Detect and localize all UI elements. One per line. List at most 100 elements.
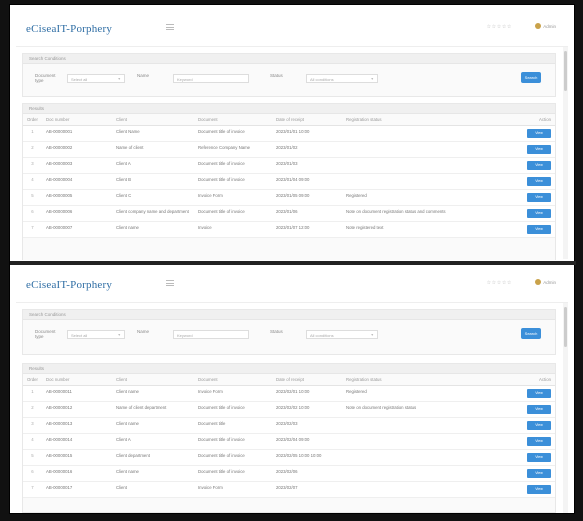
results-panel-title: Results (23, 104, 555, 114)
search-row: Document type Select all ▼ Name Keyword S… (23, 64, 555, 94)
view-button[interactable]: View (527, 421, 551, 430)
row-date: 2023/01/03 (271, 157, 342, 174)
row-document: Reference Company Name (193, 141, 272, 158)
column-header-document: Document (193, 374, 272, 386)
row-order: 7 (23, 481, 42, 498)
results-table: Order Doc number Client Document Date of… (23, 374, 555, 498)
row-status (341, 465, 521, 482)
user-menu[interactable]: Admin (535, 279, 556, 285)
view-button[interactable]: View (527, 193, 551, 202)
row-document: Document title (193, 417, 272, 434)
row-status (341, 433, 521, 450)
search-row: Document type Select all ▼ Name Keyword S… (23, 320, 555, 350)
view-button[interactable]: View (527, 161, 551, 170)
row-status (341, 173, 521, 190)
view-button[interactable]: View (527, 453, 551, 462)
row-status (341, 157, 521, 174)
row-order: 3 (23, 417, 42, 434)
menu-icon[interactable] (166, 280, 174, 286)
view-button[interactable]: View (527, 145, 551, 154)
view-button[interactable]: View (527, 225, 551, 234)
row-order: 4 (23, 173, 42, 190)
row-order: 5 (23, 189, 42, 206)
filter-label-status: Status (270, 73, 283, 78)
filter-status-select[interactable]: All conditions ▼ (306, 74, 378, 83)
row-date: 2023/02/03 (271, 417, 342, 434)
filter-type-select[interactable]: Select all ▼ (67, 74, 125, 83)
scrollbar[interactable] (563, 303, 568, 513)
search-button[interactable]: Search (521, 72, 541, 83)
row-doc-number: AB-00000012 (41, 401, 112, 418)
row-document: Invoice Form (193, 189, 272, 206)
row-document: Document title of invoice (193, 433, 272, 450)
filter-status-select[interactable]: All conditions ▼ (306, 330, 378, 339)
filter-name-placeholder: Keyword (177, 77, 193, 82)
search-panel-title: Search Conditions (23, 54, 555, 64)
results-panel: Results Order Doc number Client Document… (22, 363, 556, 513)
row-date: 2023/01/01 10:00 (271, 125, 342, 142)
view-button[interactable]: View (527, 485, 551, 494)
user-name: Admin (543, 279, 556, 285)
table-row[interactable]: 2 AB-00000002 Name of client Reference C… (23, 141, 555, 158)
view-button[interactable]: View (527, 177, 551, 186)
column-header-doc-number: Doc number (41, 374, 112, 386)
table-row[interactable]: 1 AB-00000001 Client Name Document title… (23, 125, 555, 142)
view-button[interactable]: View (527, 389, 551, 398)
avatar (535, 23, 542, 29)
table-row[interactable]: 7 AB-00000017 Client Invoice Form 2023/0… (23, 481, 555, 498)
filter-label-type: Document type (35, 329, 56, 339)
row-order: 1 (23, 385, 42, 402)
column-header-doc-number: Doc number (41, 114, 112, 126)
row-doc-number: AB-00000002 (41, 141, 112, 158)
column-header-action: Action (521, 114, 555, 126)
row-client: Client A (111, 433, 194, 450)
table-row[interactable]: 1 AB-00000011 Client name Invoice Form 2… (23, 385, 555, 402)
screenshot-frame: eCiseaIT-Porphery ☆☆☆☆☆ Admin Search Con… (9, 4, 576, 514)
row-client: Client name (111, 417, 194, 434)
table-row[interactable]: 4 AB-00000004 Client B Document title of… (23, 173, 555, 190)
view-button[interactable]: View (527, 469, 551, 478)
table-row[interactable]: 4 AB-00000014 Client A Document title of… (23, 433, 555, 450)
view-button[interactable]: View (527, 437, 551, 446)
user-menu[interactable]: Admin (535, 23, 556, 29)
app-logo[interactable]: eCiseaIT-Porphery (26, 23, 112, 35)
row-doc-number: AB-00000016 (41, 465, 112, 482)
row-doc-number: AB-00000004 (41, 173, 112, 190)
table-row[interactable]: 7 AB-00000007 Client name Invoice 2023/0… (23, 221, 555, 238)
row-doc-number: AB-00000017 (41, 481, 112, 498)
view-button[interactable]: View (527, 129, 551, 138)
app-logo[interactable]: eCiseaIT-Porphery (26, 279, 112, 291)
row-date: 2023/02/05 10:00 10:00 (271, 449, 342, 466)
search-panel: Search Conditions Document type Select a… (22, 53, 556, 97)
row-client: Client C (111, 189, 194, 206)
filter-status-value: All conditions (310, 333, 334, 338)
row-status (341, 481, 521, 498)
table-row[interactable]: 5 AB-00000015 Client department Document… (23, 449, 555, 466)
filter-name-input[interactable]: Keyword (173, 330, 249, 339)
table-row[interactable]: 6 AB-00000016 Client name Document title… (23, 465, 555, 482)
view-button[interactable]: View (527, 209, 551, 218)
filter-type-value: Select all (71, 77, 88, 82)
filter-name-placeholder: Keyword (177, 333, 193, 338)
row-doc-number: AB-00000005 (41, 189, 112, 206)
scrollbar-thumb[interactable] (564, 307, 567, 347)
app-window-lower: eCiseaIT-Porphery ☆☆☆☆☆ Admin Search Con… (16, 267, 568, 513)
filter-name-input[interactable]: Keyword (173, 74, 249, 83)
table-row[interactable]: 2 AB-00000012 Name of client department … (23, 401, 555, 418)
table-row[interactable]: 3 AB-00000003 Client A Document title of… (23, 157, 555, 174)
scrollbar-thumb[interactable] (564, 51, 567, 91)
scrollbar[interactable] (563, 47, 568, 259)
filter-label-type: Document type (35, 73, 56, 83)
search-button[interactable]: Search (521, 328, 541, 339)
table-row[interactable]: 3 AB-00000013 Client name Document title… (23, 417, 555, 434)
row-document: Document title of invoice (193, 157, 272, 174)
row-document: Invoice Form (193, 481, 272, 498)
table-row[interactable]: 5 AB-00000005 Client C Invoice Form 2023… (23, 189, 555, 206)
filter-type-select[interactable]: Select all ▼ (67, 330, 125, 339)
row-client: Name of client (111, 141, 194, 158)
chevron-down-icon: ▼ (370, 333, 374, 337)
view-button[interactable]: View (527, 405, 551, 414)
menu-icon[interactable] (166, 24, 174, 30)
row-date: 2023/01/05 09:00 (271, 189, 342, 206)
table-row[interactable]: 6 AB-00000006 Client company name and de… (23, 205, 555, 222)
